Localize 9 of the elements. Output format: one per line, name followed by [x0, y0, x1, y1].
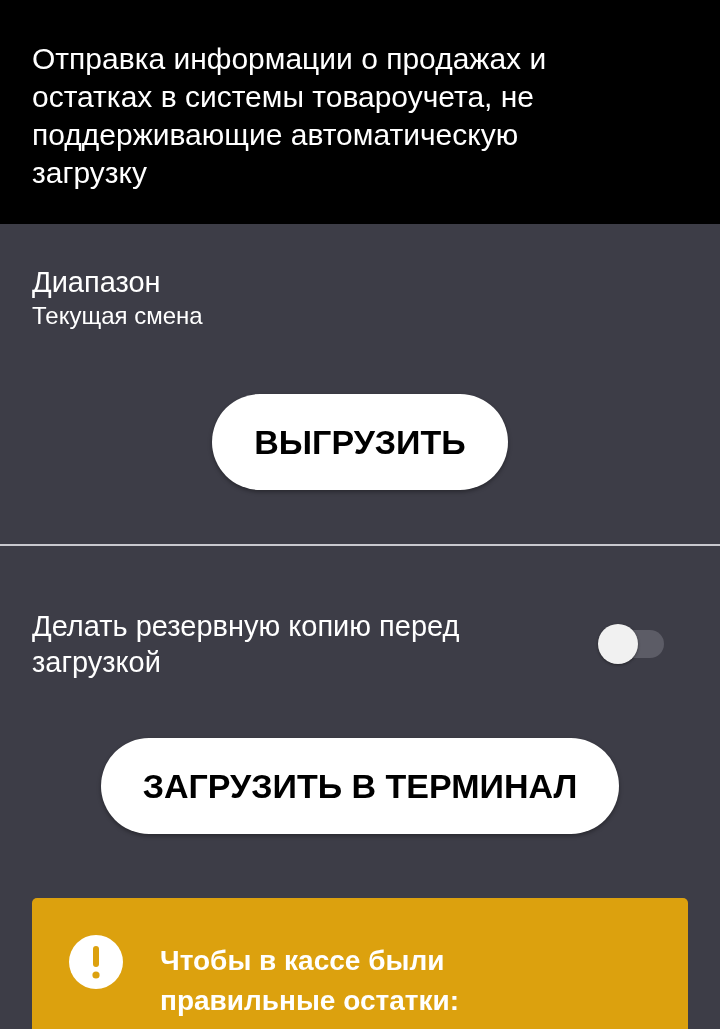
- warning-text: Чтобы в кассе были правильные остатки:: [160, 944, 461, 1018]
- load-to-terminal-button[interactable]: ЗАГРУЗИТЬ В ТЕРМИНАЛ: [100, 738, 620, 834]
- backup-toggle[interactable]: [598, 623, 666, 665]
- export-button[interactable]: ВЫГРУЗИТЬ: [212, 394, 508, 490]
- exclamation-icon: [69, 935, 123, 989]
- backup-label: Делать резервную копию перед загрузкой: [32, 609, 461, 680]
- range-value: Текущая смена: [32, 301, 204, 331]
- screen-title: Отправка информации о продажах и остатках в системы товароучета, не поддерживающие автоматическую загрузку: [32, 41, 548, 191]
- range-label: Диапазон: [32, 265, 162, 300]
